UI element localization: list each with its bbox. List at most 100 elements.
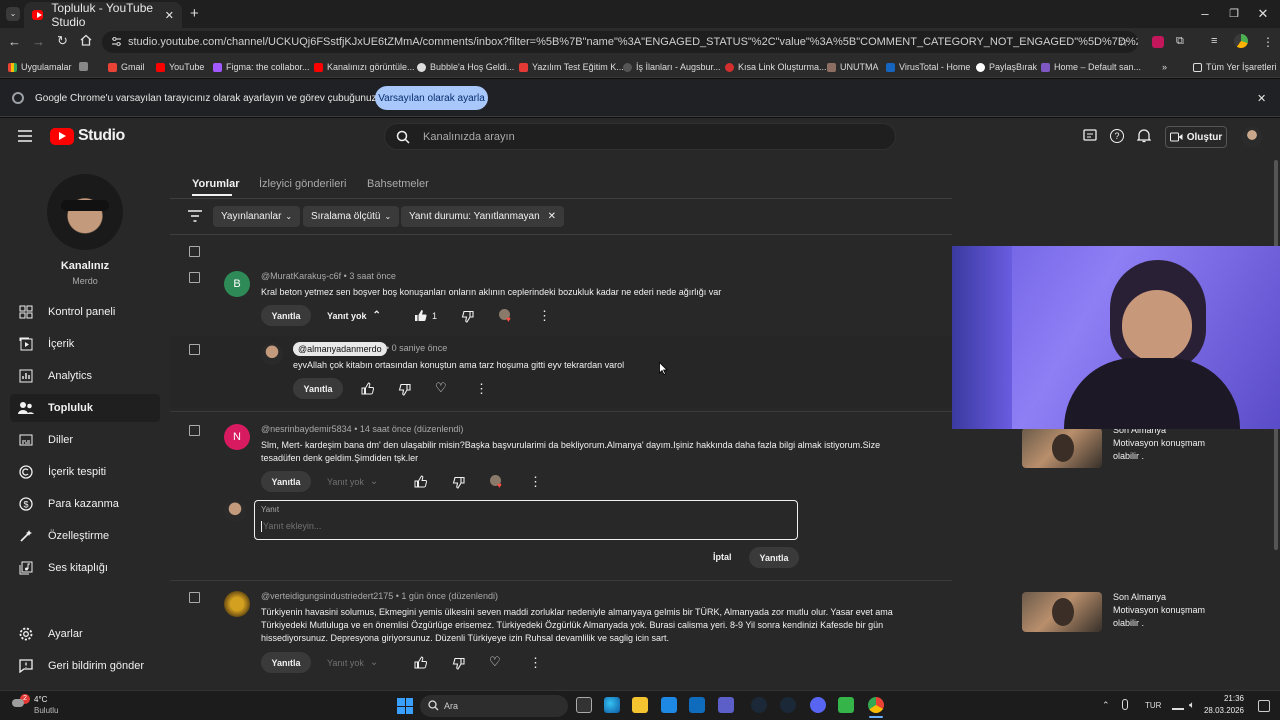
windows-start-icon[interactable] xyxy=(397,698,413,714)
creator-heart-icon[interactable]: ♥ xyxy=(499,309,513,324)
reply-button[interactable]: Yanıtla xyxy=(261,305,311,326)
tab-viewer-posts[interactable]: İzleyici gönderileri xyxy=(259,178,346,190)
clock-time[interactable]: 21:36 xyxy=(1200,694,1244,703)
taskbar-search-box[interactable]: Ara xyxy=(420,695,568,717)
reply-button[interactable]: Yanıtla xyxy=(261,471,311,492)
reply-input-field[interactable]: Yanıt Yanıt ekleyin... xyxy=(254,500,798,540)
dislike-icon[interactable] xyxy=(452,476,466,490)
comment-checkbox[interactable] xyxy=(189,592,200,603)
teams-icon[interactable] xyxy=(718,697,734,713)
replies-toggle[interactable]: Yanıt yok ⌄ xyxy=(327,657,378,668)
discord-icon[interactable] xyxy=(810,697,826,713)
browser-tab-active[interactable]: Topluluk - YouTube Studio ✕ xyxy=(24,1,182,29)
home-icon[interactable] xyxy=(80,34,92,46)
comment-checkbox[interactable] xyxy=(189,425,200,436)
bookmark-figma[interactable]: Figma: the collabor... xyxy=(213,62,310,72)
hamburger-menu-icon[interactable] xyxy=(18,130,32,142)
more-options-icon[interactable]: ⋮ xyxy=(529,655,542,671)
studio-logo[interactable]: Studio xyxy=(50,127,125,145)
like-icon[interactable] xyxy=(361,382,375,396)
video-title[interactable]: Son Almanya Motivasyon konuşmam olabilir… xyxy=(1113,424,1213,463)
sidebar-item-content-id[interactable]: İçerik tespiti xyxy=(10,458,160,486)
more-options-icon[interactable]: ⋮ xyxy=(529,474,542,490)
all-bookmarks-folder[interactable]: Tüm Yer İşaretleri xyxy=(1193,62,1277,72)
bookmark-virustotal[interactable]: VirusTotal - Home xyxy=(886,62,970,72)
comment-checkbox[interactable] xyxy=(189,272,200,283)
filter-icon[interactable] xyxy=(188,210,202,222)
channel-search-input[interactable]: Kanalınızda arayın xyxy=(384,123,896,150)
help-icon[interactable]: ? xyxy=(1110,129,1124,143)
like-icon[interactable] xyxy=(414,656,428,670)
sidebar-item-content[interactable]: İçerik xyxy=(10,330,160,358)
replies-toggle[interactable]: Yanıt yok ⌄ xyxy=(327,476,378,487)
set-default-browser-button[interactable]: Varsayılan olarak ayarla xyxy=(375,86,488,110)
channel-avatar[interactable] xyxy=(47,174,123,250)
outlook-icon[interactable] xyxy=(689,697,705,713)
comment-checkbox[interactable] xyxy=(189,344,200,355)
bookmark-paylasbirak[interactable]: PaylaşBırak xyxy=(976,62,1037,72)
network-icon[interactable] xyxy=(1172,700,1184,710)
like-icon[interactable] xyxy=(414,475,428,489)
more-options-icon[interactable]: ⋮ xyxy=(538,308,551,324)
sidebar-item-feedback[interactable]: Geri bildirim gönder xyxy=(10,652,160,680)
video-thumbnail[interactable] xyxy=(1022,592,1102,632)
filter-published[interactable]: Yayınlananlar ⌄ xyxy=(213,206,301,227)
commenter-handle[interactable]: @MuratKarakuş-c6f xyxy=(261,271,341,281)
sidebar-item-analytics[interactable]: Analytics xyxy=(10,362,160,390)
maximize-icon[interactable]: ❐ xyxy=(1224,7,1244,20)
bookmark-short-link[interactable]: Kısa Link Oluşturma... xyxy=(725,62,827,72)
bookmark-channel[interactable]: Kanalınızı görüntüle... xyxy=(314,62,415,72)
sidebar-item-settings[interactable]: Ayarlar xyxy=(10,620,160,648)
creator-heart-icon[interactable]: ♥ xyxy=(490,475,504,490)
media-controls-icon[interactable]: ≡ xyxy=(1211,35,1217,47)
reply-button[interactable]: Yanıtla xyxy=(293,378,343,399)
owner-avatar[interactable] xyxy=(261,343,283,365)
bookmark-youtube[interactable]: YouTube xyxy=(156,62,204,72)
owner-handle-badge[interactable]: @almanyadanmerdo xyxy=(293,342,387,356)
edge-browser-icon[interactable] xyxy=(604,697,620,713)
dislike-icon[interactable] xyxy=(452,657,466,671)
clock-date[interactable]: 28.03.2026 xyxy=(1194,706,1244,715)
video-thumbnail[interactable] xyxy=(1022,428,1102,468)
chrome-menu-icon[interactable]: ⋮ xyxy=(1262,35,1274,49)
like-filled-icon[interactable] xyxy=(414,309,428,323)
sidebar-item-monetization[interactable]: $ Para kazanma xyxy=(10,490,160,518)
new-tab-icon[interactable]: + xyxy=(190,5,199,22)
tab-search-icon[interactable]: ⌄ xyxy=(6,7,20,21)
window-close-icon[interactable]: ✕ xyxy=(1253,6,1273,22)
forward-icon[interactable]: → xyxy=(32,34,45,49)
dislike-icon[interactable] xyxy=(398,383,412,397)
notification-center-icon[interactable] xyxy=(1258,700,1270,712)
bookmark-unutma[interactable]: UNUTMA xyxy=(827,62,879,72)
site-info-icon[interactable] xyxy=(111,36,122,47)
app-icon[interactable] xyxy=(838,697,854,713)
bookmark-sanity[interactable]: Home – Default san... xyxy=(1041,62,1141,72)
messages-icon[interactable] xyxy=(1083,129,1097,143)
commenter-handle[interactable]: @verteidigungsindustriedert2175 xyxy=(261,591,393,601)
file-explorer-icon[interactable] xyxy=(632,697,648,713)
weather-temp[interactable]: 4°C xyxy=(34,695,47,704)
sidebar-item-audio-library[interactable]: Ses kitaplığı xyxy=(10,554,160,582)
sidebar-item-customization[interactable]: Özelleştirme xyxy=(10,522,160,550)
tray-overflow-icon[interactable]: ⌃ xyxy=(1102,700,1110,711)
store-icon[interactable] xyxy=(661,697,677,713)
select-all-checkbox[interactable] xyxy=(189,246,200,257)
minimize-icon[interactable]: – xyxy=(1195,6,1215,21)
language-indicator[interactable]: TUR xyxy=(1145,701,1161,710)
notifications-bell-icon[interactable] xyxy=(1137,128,1151,143)
bookmarks-overflow-icon[interactable]: » xyxy=(1162,62,1167,72)
heart-icon[interactable]: ♡ xyxy=(489,654,501,670)
task-view-icon[interactable] xyxy=(576,697,592,713)
back-icon[interactable]: ← xyxy=(8,34,21,49)
sidebar-item-languages[interactable]: Diller xyxy=(10,426,160,454)
bookmark-test-training[interactable]: Yazılım Test Eğitim K... xyxy=(519,62,624,72)
bookmark-apps[interactable]: Uygulamalar xyxy=(8,62,72,72)
heart-icon[interactable]: ♡ xyxy=(435,380,447,396)
bookmark-jobs[interactable]: İş İlanları - Augsbur... xyxy=(623,62,721,72)
microphone-icon[interactable] xyxy=(1122,699,1128,710)
submit-reply-button[interactable]: Yanıtla xyxy=(749,547,799,568)
replies-toggle[interactable]: Yanıt yok ⌃ xyxy=(327,310,381,321)
remove-filter-close-icon[interactable]: ✕ xyxy=(548,211,556,222)
sidebar-item-community[interactable]: Topluluk xyxy=(10,394,160,422)
filter-reply-status[interactable]: Yanıt durumu: Yanıtlanmayan ✕ xyxy=(401,206,565,227)
